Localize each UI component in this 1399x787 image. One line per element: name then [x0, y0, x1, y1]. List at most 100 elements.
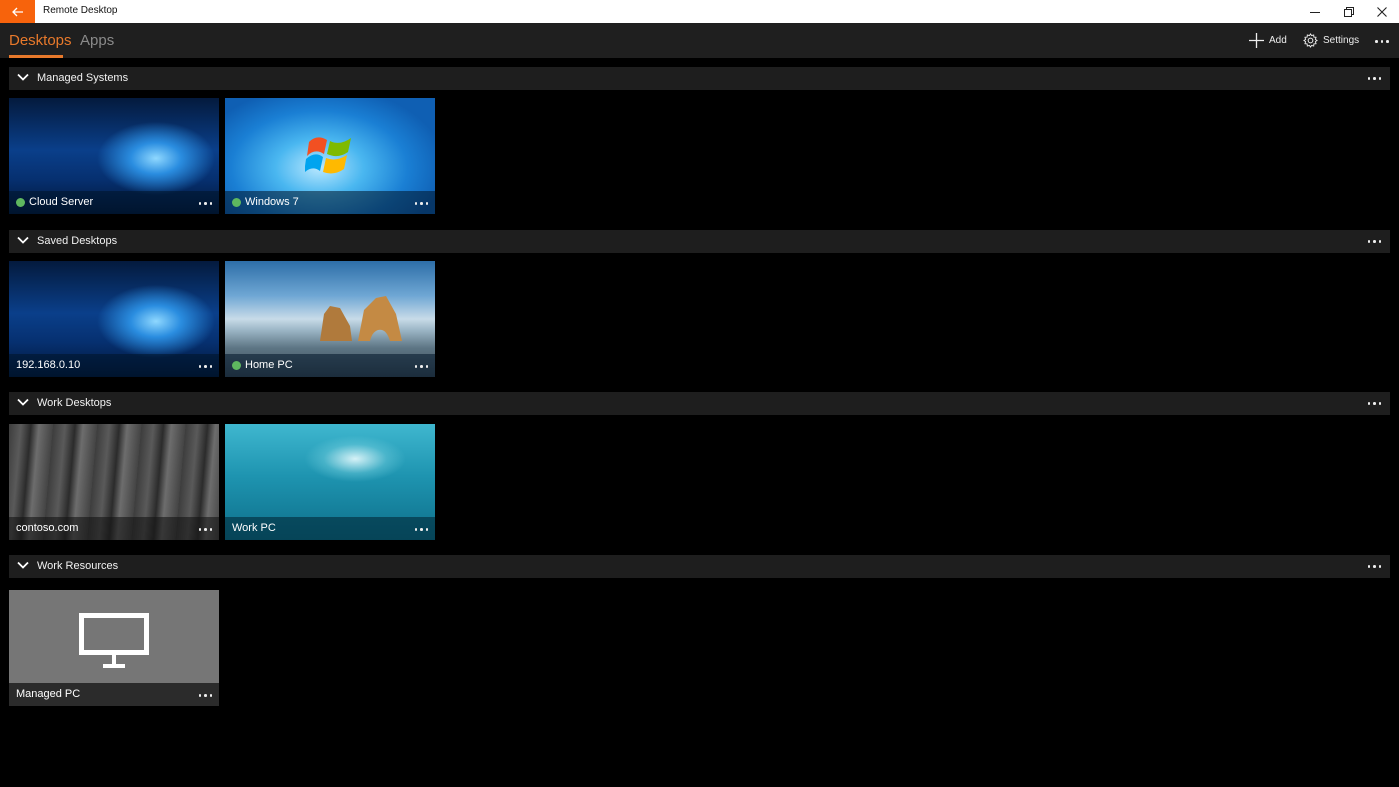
more-dot: [198, 202, 201, 205]
back-button[interactable]: [0, 0, 35, 23]
add-button[interactable]: Add: [1249, 33, 1287, 48]
desktop-tile[interactable]: 192.168.0.10: [9, 261, 219, 377]
desktop-tile[interactable]: Windows 7: [225, 98, 435, 214]
more-dot: [209, 694, 212, 697]
settings-button[interactable]: Settings: [1303, 33, 1359, 48]
tile-footer: Work PC: [225, 517, 435, 540]
windows-7-logo: [305, 137, 351, 174]
status-online-icon: [232, 361, 241, 370]
desktop-tile[interactable]: Cloud Server: [9, 98, 219, 214]
more-dot: [1367, 565, 1370, 568]
more-dot: [414, 202, 417, 205]
settings-label: Settings: [1323, 35, 1360, 46]
desktop-tile[interactable]: Work PC: [225, 424, 435, 540]
back-arrow-icon: [11, 7, 23, 16]
tile-footer: Managed PC: [9, 683, 219, 706]
restore-button[interactable]: [1332, 0, 1366, 23]
more-dot: [1378, 240, 1381, 243]
section-more-button[interactable]: [1367, 402, 1381, 405]
tile-footer: Cloud Server: [9, 191, 219, 214]
status-online-icon: [232, 198, 241, 207]
app-bar: Desktops Apps Add Settings: [0, 23, 1399, 58]
more-dot: [1367, 240, 1370, 243]
more-dot: [1373, 240, 1376, 243]
tile-more-button[interactable]: [198, 365, 212, 368]
section-header-saved-desktops[interactable]: Saved Desktops: [9, 230, 1390, 253]
more-dot: [1378, 565, 1381, 568]
add-label: Add: [1269, 35, 1287, 46]
title-bar: Remote Desktop: [0, 0, 1399, 23]
more-dot: [204, 528, 207, 531]
monitor-icon: [79, 613, 149, 668]
tile-more-button[interactable]: [414, 202, 428, 205]
section-header-managed-systems[interactable]: Managed Systems: [9, 67, 1390, 90]
section-more-button[interactable]: [1367, 565, 1381, 568]
tile-more-button[interactable]: [198, 202, 212, 205]
app-title: Remote Desktop: [43, 5, 118, 16]
more-dot: [420, 202, 423, 205]
more-dot: [1375, 40, 1378, 43]
tile-name: Home PC: [245, 359, 293, 371]
tab-desktops[interactable]: Desktops: [9, 32, 72, 49]
more-dot: [414, 365, 417, 368]
tile-more-button[interactable]: [198, 694, 212, 697]
section-title: Managed Systems: [37, 72, 129, 84]
close-icon: [1377, 6, 1387, 17]
gear-icon: [1303, 33, 1318, 48]
restore-icon: [1344, 6, 1354, 17]
close-button[interactable]: [1365, 0, 1399, 23]
minimize-button[interactable]: [1298, 0, 1332, 23]
tile-name: 192.168.0.10: [16, 359, 81, 371]
desktop-tile[interactable]: Managed PC: [9, 590, 219, 706]
section-header-work-resources[interactable]: Work Resources: [9, 555, 1390, 578]
more-dot: [1378, 402, 1381, 405]
more-dot: [204, 365, 207, 368]
more-dot: [1380, 40, 1383, 43]
more-dot: [209, 365, 212, 368]
more-dot: [420, 365, 423, 368]
tile-more-button[interactable]: [414, 528, 428, 531]
tile-more-button[interactable]: [414, 365, 428, 368]
section-title: Saved Desktops: [37, 235, 118, 247]
more-dot: [1386, 40, 1389, 43]
status-online-icon: [16, 198, 25, 207]
more-dot: [425, 528, 428, 531]
more-dot: [1373, 402, 1376, 405]
more-dot: [1373, 77, 1376, 80]
tile-footer: Windows 7: [225, 191, 435, 214]
tile-footer: 192.168.0.10: [9, 354, 219, 377]
tile-name: Managed PC: [16, 688, 81, 700]
more-dot: [420, 528, 423, 531]
tile-name: Work PC: [232, 522, 276, 534]
section-title: Work Desktops: [37, 397, 112, 409]
more-dot: [1378, 77, 1381, 80]
more-dot: [425, 365, 428, 368]
section-header-work-desktops[interactable]: Work Desktops: [9, 392, 1390, 415]
tile-name: contoso.com: [16, 522, 79, 534]
more-dot: [204, 694, 207, 697]
chevron-down-icon: [17, 73, 29, 81]
active-tab-indicator: [9, 55, 63, 58]
more-dot: [198, 365, 201, 368]
minimize-icon: [1310, 11, 1320, 13]
tile-name: Cloud Server: [29, 196, 94, 208]
more-dot: [1367, 402, 1370, 405]
rock-arch-image: [320, 296, 402, 341]
desktop-tile[interactable]: Home PC: [225, 261, 435, 377]
tab-apps[interactable]: Apps: [80, 32, 114, 49]
section-more-button[interactable]: [1367, 77, 1381, 80]
more-dot: [1367, 77, 1370, 80]
tile-more-button[interactable]: [198, 528, 212, 531]
more-dot: [209, 202, 212, 205]
chevron-down-icon: [17, 236, 29, 244]
more-dot: [198, 528, 201, 531]
section-title: Work Resources: [37, 560, 119, 572]
tile-footer: contoso.com: [9, 517, 219, 540]
tile-footer: Home PC: [225, 354, 435, 377]
section-more-button[interactable]: [1367, 240, 1381, 243]
plus-icon: [1249, 33, 1264, 48]
app-more-button[interactable]: [1375, 40, 1389, 43]
desktop-tile[interactable]: contoso.com: [9, 424, 219, 540]
more-dot: [414, 528, 417, 531]
chevron-down-icon: [17, 398, 29, 406]
